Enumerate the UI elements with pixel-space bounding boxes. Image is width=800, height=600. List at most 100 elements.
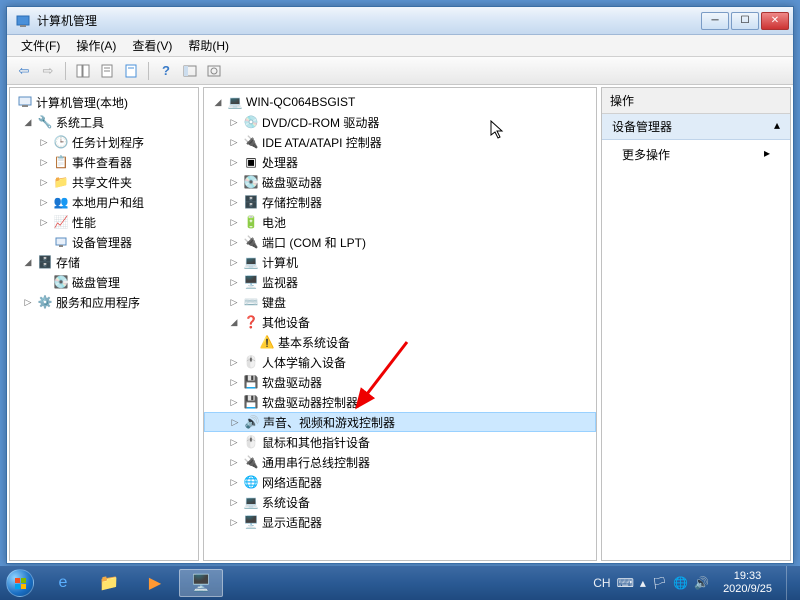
device-ide[interactable]: ▷🔌IDE ATA/ATAPI 控制器 [204, 132, 596, 152]
expand-icon[interactable]: ▷ [228, 457, 240, 468]
clock[interactable]: 19:33 2020/9/25 [715, 570, 780, 596]
tray-arrow-icon[interactable]: ▴ [640, 576, 646, 590]
collapse-icon[interactable]: ◢ [212, 97, 224, 108]
expand-icon[interactable]: ▷ [38, 217, 50, 228]
expand-icon[interactable]: ▷ [228, 257, 240, 268]
expand-icon[interactable]: ▷ [228, 197, 240, 208]
device-network[interactable]: ▷🌐网络适配器 [204, 472, 596, 492]
expand-icon[interactable]: ▷ [228, 497, 240, 508]
expand-icon[interactable]: ▷ [228, 297, 240, 308]
device-tree-pane[interactable]: ◢ 💻 WIN-QC064BSGIST ▷💿DVD/CD-ROM 驱动器 ▷🔌I… [203, 87, 597, 561]
expand-icon[interactable]: ▷ [228, 117, 240, 128]
device-base-sys[interactable]: ⚠️基本系统设备 [204, 332, 596, 352]
device-dvd[interactable]: ▷💿DVD/CD-ROM 驱动器 [204, 112, 596, 132]
taskbar-media-player[interactable]: ▶ [133, 569, 177, 597]
show-hide-tree-button[interactable] [72, 60, 94, 82]
menu-file[interactable]: 文件(F) [13, 35, 68, 56]
expand-icon[interactable]: ▷ [22, 297, 34, 308]
view-button-1[interactable] [179, 60, 201, 82]
device-disk-drives[interactable]: ▷💽磁盘驱动器 [204, 172, 596, 192]
network-tray-icon[interactable]: 🌐 [673, 576, 688, 590]
device-display[interactable]: ▷🖥️显示适配器 [204, 512, 596, 532]
tree-system-tools[interactable]: ◢ 🔧 系统工具 [10, 112, 198, 132]
expand-icon[interactable]: ▷ [228, 137, 240, 148]
tree-disk-mgmt[interactable]: 💽 磁盘管理 [10, 272, 198, 292]
menu-view[interactable]: 查看(V) [124, 35, 180, 56]
actions-pane: 操作 设备管理器 ▴ 更多操作 ▸ [601, 87, 791, 561]
start-button[interactable] [0, 566, 40, 600]
device-sound[interactable]: ▷🔊声音、视频和游戏控制器 [204, 412, 596, 432]
tree-task-scheduler[interactable]: ▷ 🕒 任务计划程序 [10, 132, 198, 152]
maximize-button[interactable]: ☐ [731, 12, 759, 30]
expand-icon[interactable]: ▷ [38, 137, 50, 148]
device-floppy-drives[interactable]: ▷💾软盘驱动器 [204, 372, 596, 392]
menu-action[interactable]: 操作(A) [68, 35, 124, 56]
expand-icon[interactable]: ▷ [229, 417, 241, 428]
expand-icon[interactable]: ▷ [228, 517, 240, 528]
expand-icon[interactable]: ▷ [228, 397, 240, 408]
expand-icon[interactable]: ▷ [228, 437, 240, 448]
navigation-pane[interactable]: 计算机管理(本地) ◢ 🔧 系统工具 ▷ 🕒 任务计划程序 ▷ 📋 事件查看器 [9, 87, 199, 561]
menu-help[interactable]: 帮助(H) [180, 35, 237, 56]
collapse-icon[interactable]: ◢ [228, 317, 240, 328]
device-other[interactable]: ◢❓其他设备 [204, 312, 596, 332]
keyboard-tray-icon[interactable]: ⌨ [617, 576, 634, 590]
expand-icon[interactable]: ▷ [228, 157, 240, 168]
device-monitor[interactable]: ▷🖥️监视器 [204, 272, 596, 292]
tree-storage[interactable]: ◢ 🗄️ 存储 [10, 252, 198, 272]
keyboard-icon: ⌨️ [243, 294, 259, 310]
device-floppy-ctrl[interactable]: ▷💾软盘驱动器控制器 [204, 392, 596, 412]
taskbar-ie[interactable]: e [41, 569, 85, 597]
nav-tree: 计算机管理(本地) ◢ 🔧 系统工具 ▷ 🕒 任务计划程序 ▷ 📋 事件查看器 [10, 88, 198, 316]
expand-icon[interactable]: ▷ [228, 217, 240, 228]
expand-icon[interactable]: ▷ [228, 237, 240, 248]
tree-local-users[interactable]: ▷ 👥 本地用户和组 [10, 192, 198, 212]
expand-icon[interactable]: ▷ [228, 277, 240, 288]
taskbar-computer-mgmt[interactable]: 🖥️ [179, 569, 223, 597]
refresh-button[interactable] [120, 60, 142, 82]
actions-more[interactable]: 更多操作 ▸ [602, 140, 790, 169]
device-usb[interactable]: ▷🔌通用串行总线控制器 [204, 452, 596, 472]
actions-section[interactable]: 设备管理器 ▴ [602, 114, 790, 140]
device-battery[interactable]: ▷🔋电池 [204, 212, 596, 232]
properties-button[interactable] [96, 60, 118, 82]
taskbar-explorer[interactable]: 📁 [87, 569, 131, 597]
expand-icon[interactable]: ▷ [228, 357, 240, 368]
show-desktop-button[interactable] [786, 566, 796, 600]
close-button[interactable]: ✕ [761, 12, 789, 30]
tree-event-viewer[interactable]: ▷ 📋 事件查看器 [10, 152, 198, 172]
volume-tray-icon[interactable]: 🔊 [694, 576, 709, 590]
lang-indicator[interactable]: CH [593, 576, 610, 590]
collapse-icon[interactable]: ◢ [22, 117, 34, 128]
back-button[interactable]: ⇦ [13, 60, 35, 82]
minimize-button[interactable]: ─ [701, 12, 729, 30]
tree-shared-folders[interactable]: ▷ 📁 共享文件夹 [10, 172, 198, 192]
expand-icon[interactable]: ▷ [228, 177, 240, 188]
device-ports[interactable]: ▷🔌端口 (COM 和 LPT) [204, 232, 596, 252]
expand-icon[interactable]: ▷ [38, 157, 50, 168]
device-system[interactable]: ▷💻系统设备 [204, 492, 596, 512]
forward-button[interactable]: ⇨ [37, 60, 59, 82]
device-storage-ctrl[interactable]: ▷🗄️存储控制器 [204, 192, 596, 212]
device-keyboard[interactable]: ▷⌨️键盘 [204, 292, 596, 312]
computer-mgmt-icon [17, 94, 33, 110]
tree-performance[interactable]: ▷ 📈 性能 [10, 212, 198, 232]
expand-icon[interactable]: ▷ [38, 177, 50, 188]
expand-icon[interactable]: ▷ [228, 377, 240, 388]
collapse-icon[interactable]: ◢ [22, 257, 34, 268]
expand-icon[interactable]: ▷ [38, 197, 50, 208]
action-center-icon[interactable]: 🏳 [652, 576, 667, 590]
device-root[interactable]: ◢ 💻 WIN-QC064BSGIST [204, 92, 596, 112]
view-button-2[interactable] [203, 60, 225, 82]
device-cpu[interactable]: ▷▣处理器 [204, 152, 596, 172]
expand-icon[interactable]: ▷ [228, 477, 240, 488]
actions-header: 操作 [602, 88, 790, 114]
device-computer[interactable]: ▷💻计算机 [204, 252, 596, 272]
tree-device-manager[interactable]: 设备管理器 [10, 232, 198, 252]
device-mouse[interactable]: ▷🖱️鼠标和其他指针设备 [204, 432, 596, 452]
windows-orb-icon [6, 569, 34, 597]
tree-root[interactable]: 计算机管理(本地) [10, 92, 198, 112]
help-button[interactable]: ? [155, 60, 177, 82]
tree-services-apps[interactable]: ▷ ⚙️ 服务和应用程序 [10, 292, 198, 312]
device-hid[interactable]: ▷🖱️人体学输入设备 [204, 352, 596, 372]
